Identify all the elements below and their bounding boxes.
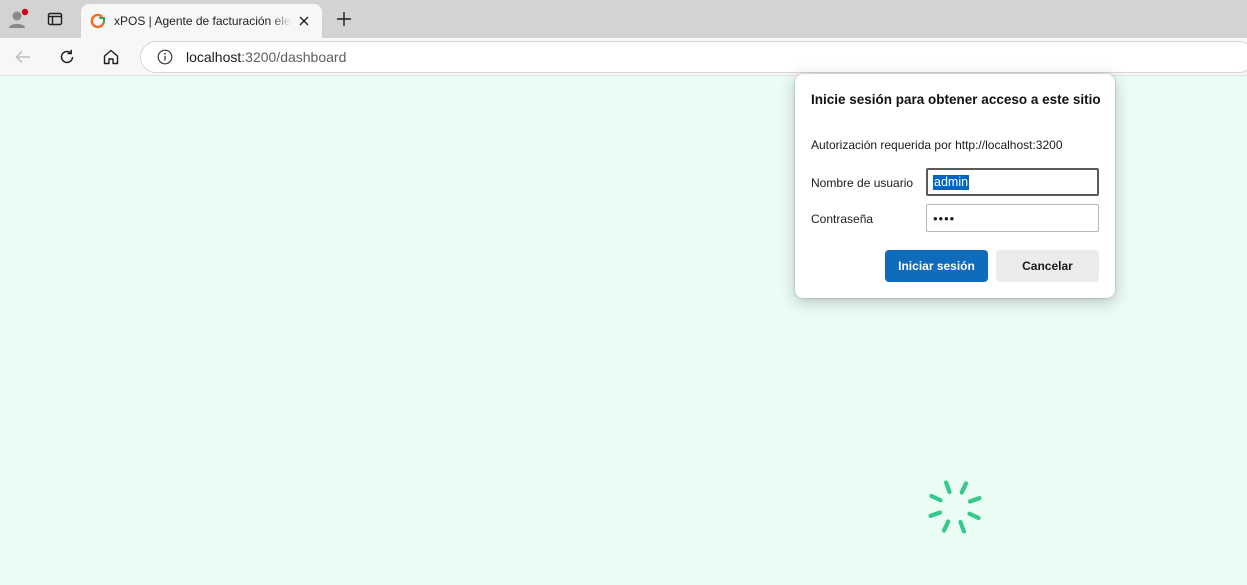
loading-spinner-icon xyxy=(928,480,982,534)
auth-dialog: Inicie sesión para obtener acceso a este… xyxy=(795,74,1115,298)
username-value: admin xyxy=(933,174,970,190)
url-host: localhost xyxy=(186,49,242,65)
password-label: Contraseña xyxy=(811,212,874,226)
back-arrow-icon xyxy=(15,50,30,64)
plus-icon xyxy=(337,12,351,26)
dialog-title: Inicie sesión para obtener acceso a este… xyxy=(811,92,1101,107)
dialog-subtitle: Autorización requerida por http://localh… xyxy=(811,138,1063,152)
close-icon xyxy=(299,16,309,26)
profile-button[interactable] xyxy=(3,5,33,33)
tab-xpos[interactable]: xPOS | Agente de facturación electrónica xyxy=(81,4,322,38)
back-button[interactable] xyxy=(8,42,38,72)
home-button[interactable] xyxy=(96,42,126,72)
new-tab-button[interactable] xyxy=(330,6,358,32)
profile-icon xyxy=(9,8,29,28)
cancel-button[interactable]: Cancelar xyxy=(996,250,1099,282)
username-label: Nombre de usuario xyxy=(811,176,914,190)
url-path: :3200/dashboard xyxy=(241,49,347,65)
info-icon xyxy=(157,49,173,65)
xpos-favicon-icon xyxy=(90,13,105,29)
notification-dot-icon xyxy=(21,8,29,16)
browser-toolbar: localhost:3200/dashboard xyxy=(0,38,1247,76)
address-bar[interactable]: localhost:3200/dashboard xyxy=(140,41,1247,73)
url-text: localhost:3200/dashboard xyxy=(186,49,346,65)
username-field[interactable]: admin xyxy=(926,168,1099,196)
site-info-button[interactable] xyxy=(156,48,174,66)
tab-title: xPOS | Agente de facturación electrónica xyxy=(114,14,292,28)
tab-close-button[interactable] xyxy=(294,11,314,31)
tab-actions-icon xyxy=(47,12,63,26)
tab-strip: xPOS | Agente de facturación electrónica xyxy=(0,0,1247,38)
home-icon xyxy=(103,49,119,65)
password-value: •••• xyxy=(933,210,956,226)
tab-actions-button[interactable] xyxy=(40,5,70,33)
password-field[interactable]: •••• xyxy=(926,204,1099,232)
sign-in-button[interactable]: Iniciar sesión xyxy=(885,250,988,282)
refresh-button[interactable] xyxy=(52,42,82,72)
refresh-icon xyxy=(60,49,74,64)
